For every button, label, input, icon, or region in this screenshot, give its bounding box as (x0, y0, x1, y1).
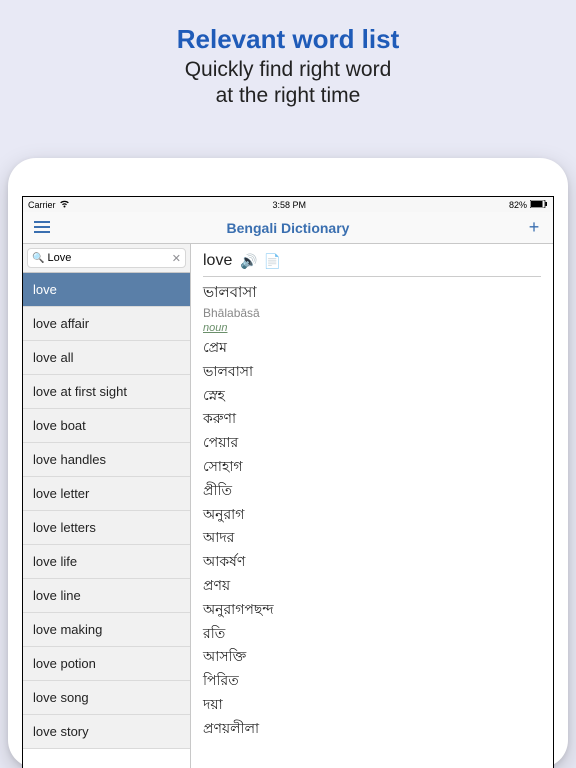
meaning-item: করুণা (203, 407, 541, 431)
list-item[interactable]: love making (23, 613, 190, 647)
meaning-list: প্রেমভালবাসাস্নেহকরুণাপেয়ারসোহাগপ্রীতিঅ… (203, 336, 541, 741)
list-item[interactable]: love song (23, 681, 190, 715)
meaning-item: পেয়ার (203, 431, 541, 455)
search-input[interactable]: 🔍 Love ✕ (27, 248, 186, 268)
meaning-item: আকর্ষণ (203, 550, 541, 574)
list-item[interactable]: love line (23, 579, 190, 613)
meaning-item: দয়া (203, 693, 541, 717)
meaning-item: অনুরাগ (203, 503, 541, 527)
meaning-item: পিরিত (203, 669, 541, 693)
add-button[interactable]: + (523, 217, 545, 238)
clear-icon[interactable]: ✕ (172, 252, 181, 265)
part-of-speech: noun (203, 322, 541, 334)
meaning-item: আসক্তি (203, 645, 541, 669)
detail-pane: love 🔊 📄 ভালবাসা Bhālabāsā noun প্রেমভাল… (191, 244, 553, 768)
menu-button[interactable] (31, 217, 53, 238)
sidebar: 🔍 Love ✕ lovelove affairlove alllove at … (23, 244, 191, 768)
speaker-icon[interactable]: 🔊 (240, 253, 257, 270)
meaning-item: প্রণয়লীলা (203, 717, 541, 741)
list-item[interactable]: love boat (23, 409, 190, 443)
meaning-item: রতি (203, 622, 541, 646)
meaning-item: আদর (203, 526, 541, 550)
list-item[interactable]: love (23, 273, 190, 307)
meaning-item: প্রণয় (203, 574, 541, 598)
wifi-icon (59, 200, 70, 210)
meaning-item: অনুরাগপছন্দ (203, 598, 541, 622)
battery-percent: 82% (509, 200, 527, 210)
carrier-label: Carrier (28, 200, 56, 210)
list-item[interactable]: love letter (23, 477, 190, 511)
list-item[interactable]: love life (23, 545, 190, 579)
list-item[interactable]: love affair (23, 307, 190, 341)
meaning-item: প্রীতি (203, 479, 541, 503)
copy-icon[interactable]: 📄 (264, 253, 281, 270)
content-area: 🔍 Love ✕ lovelove affairlove alllove at … (23, 244, 553, 768)
meaning-item: সোহাগ (203, 455, 541, 479)
screen: Carrier 3:58 PM 82% Bengali Dictionary + (22, 196, 554, 768)
battery-icon (530, 200, 548, 210)
tablet-frame: Carrier 3:58 PM 82% Bengali Dictionary + (8, 158, 568, 768)
search-query: Love (47, 252, 168, 264)
status-time: 3:58 PM (272, 200, 306, 210)
promo-subtitle: Quickly find right word at the right tim… (20, 57, 556, 110)
meaning-item: স্নেহ (203, 384, 541, 408)
list-item[interactable]: love handles (23, 443, 190, 477)
list-item[interactable]: love letters (23, 511, 190, 545)
list-item[interactable]: love all (23, 341, 190, 375)
list-item[interactable]: love at first sight (23, 375, 190, 409)
translation-script: ভালবাসা (203, 281, 541, 306)
promo-title: Relevant word list (20, 24, 556, 55)
list-item[interactable]: love story (23, 715, 190, 749)
word-list[interactable]: lovelove affairlove alllove at first sig… (23, 273, 190, 768)
headword: love (203, 252, 232, 270)
meaning-item: প্রেম (203, 336, 541, 360)
nav-title: Bengali Dictionary (227, 220, 350, 236)
search-icon: 🔍 (32, 253, 44, 264)
promo-banner: Relevant word list Quickly find right wo… (0, 0, 576, 128)
list-item[interactable]: love potion (23, 647, 190, 681)
meaning-item: ভালবাসা (203, 360, 541, 384)
detail-header: love 🔊 📄 (203, 252, 541, 277)
nav-bar: Bengali Dictionary + (23, 212, 553, 244)
search-row: 🔍 Love ✕ (23, 244, 190, 273)
status-bar: Carrier 3:58 PM 82% (23, 197, 553, 212)
translation-roman: Bhālabāsā (203, 306, 541, 320)
